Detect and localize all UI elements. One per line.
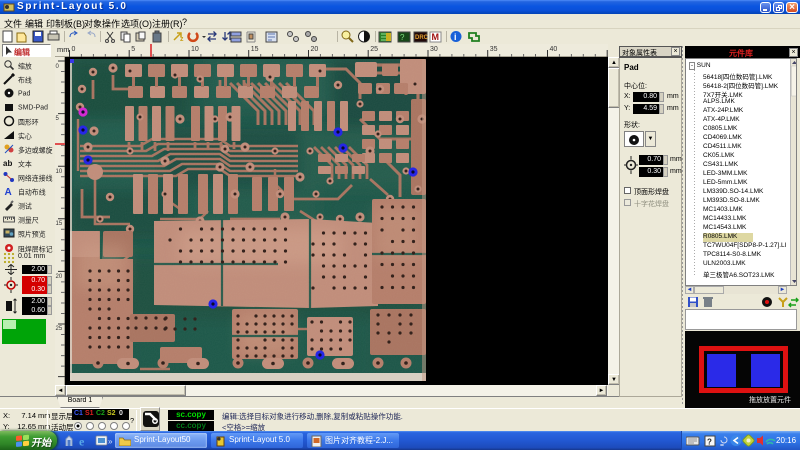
svg-text:M: M	[432, 32, 440, 42]
svg-text:15: 15	[251, 46, 259, 53]
svg-text:?: ?	[400, 33, 405, 42]
svg-text:?: ?	[707, 438, 712, 447]
svg-text:i: i	[454, 32, 457, 42]
svg-text:20: 20	[311, 46, 319, 53]
svg-text:30: 30	[430, 46, 438, 53]
svg-text:15: 15	[56, 221, 63, 227]
svg-text:10: 10	[191, 46, 199, 53]
svg-text:e: e	[79, 435, 85, 449]
svg-text:5: 5	[56, 116, 60, 122]
svg-text:ab: ab	[3, 159, 12, 168]
svg-text:20: 20	[56, 274, 63, 280]
svg-text:z: z	[180, 36, 184, 43]
svg-text:»: »	[108, 437, 113, 446]
svg-text:40: 40	[550, 46, 558, 53]
svg-text:A: A	[5, 187, 12, 197]
svg-text:DRC: DRC	[415, 35, 429, 41]
svg-text:10: 10	[56, 169, 63, 175]
svg-text:25: 25	[370, 46, 378, 53]
svg-text:5: 5	[131, 46, 135, 53]
svg-text:0: 0	[72, 46, 76, 53]
svg-text:25: 25	[56, 326, 63, 332]
svg-text:0: 0	[56, 64, 60, 70]
svg-text:35: 35	[490, 46, 498, 53]
